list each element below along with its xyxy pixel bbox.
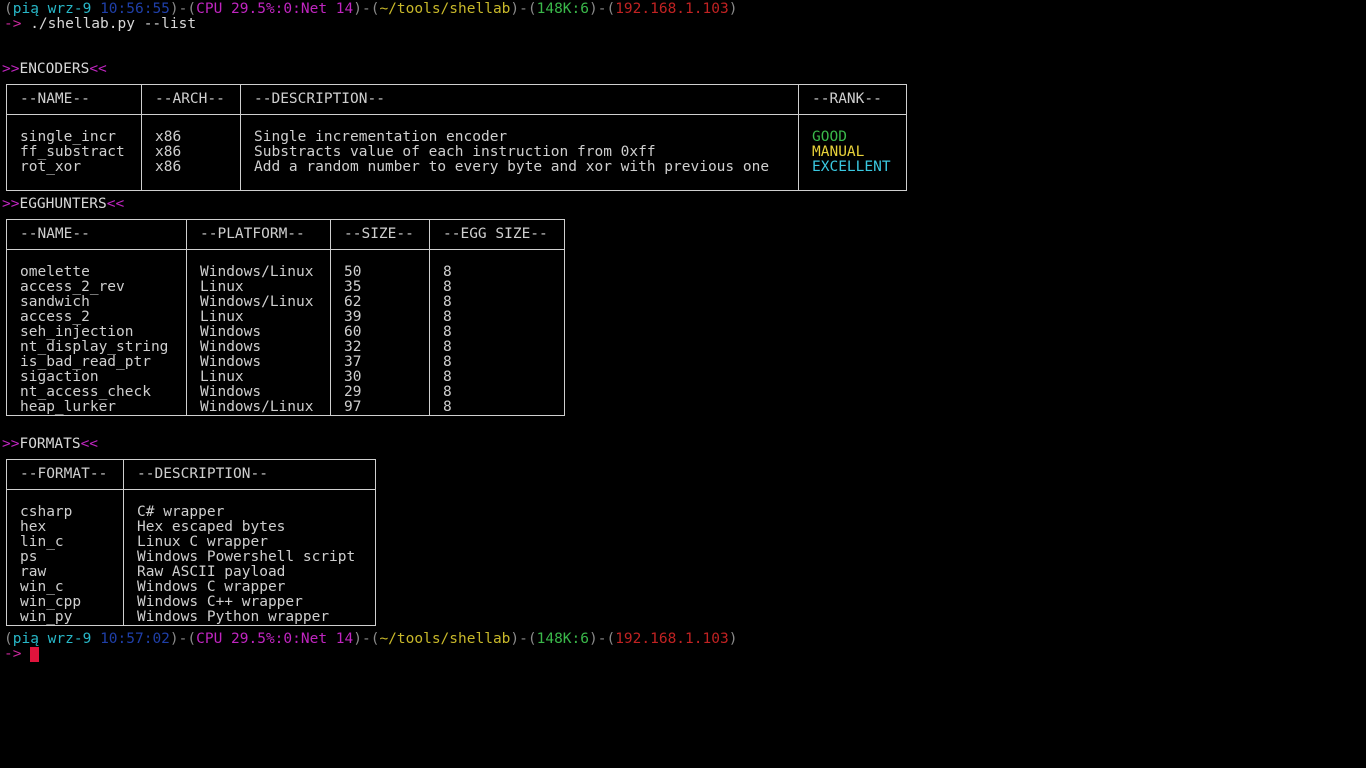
command-text: ./shellab.py --list [30,16,197,32]
prompt-status-line: (pią wrz-9 10:56:55)-(CPU 29.5%:0:Net 14… [4,1,738,17]
table-row: access_2 Linux 39 8 [6,310,565,325]
prompt-mem: 148K:6 [536,631,589,647]
table-row: win_c Windows C wrapper [6,580,376,595]
prompt-time: 10:57:02 [100,631,170,647]
prompt-path: ~/tools/shellab [379,1,511,17]
rank-badge: EXCELLENT [798,160,907,191]
rank-badge: GOOD [798,114,907,145]
prompt-time: 10:56:55 [100,1,170,17]
col-name: --NAME-- [6,219,187,250]
col-format: --FORMAT-- [6,459,124,490]
prompt-day: pią [12,631,39,647]
command-line: -> ./shellab.py --list [4,17,196,32]
table-row: omelette Windows/Linux 50 8 [6,249,565,280]
command-input-line[interactable]: -> [4,646,40,662]
table-row: single_incr x86 Single incrementation en… [6,114,907,145]
col-name: --NAME-- [6,84,142,115]
table-row: heap_lurker Windows/Linux 97 8 [6,400,565,416]
table-row: nt_access_check Windows 29 8 [6,385,565,400]
table-row: sandwich Windows/Linux 62 8 [6,295,565,310]
col-rank: --RANK-- [798,84,907,115]
table-row: nt_display_string Windows 32 8 [6,340,565,355]
formats-table: --FORMAT-- --DESCRIPTION-- csharp C# wrap… [6,459,376,626]
prompt-date: wrz-9 [47,631,92,647]
table-row: lin_c Linux C wrapper [6,535,376,550]
prompt-status-line-2: (pią wrz-9 10:57:02)-(CPU 29.5%:0:Net 14… [4,631,738,647]
table-row: win_py Windows Python wrapper [6,610,376,626]
egghunters-title: >>EGGHUNTERS<< [2,196,125,212]
encoders-table: --NAME-- --ARCH-- --DESCRIPTION-- --RANK… [6,84,907,191]
col-description: --DESCRIPTION-- [240,84,799,115]
egghunters-table: --NAME-- --PLATFORM-- --SIZE-- --EGG SIZ… [6,219,565,416]
prompt-cpu: CPU 29.5%:0:Net 14 [196,631,354,647]
prompt-date: wrz-9 [47,1,92,17]
prompt-day: pią [12,1,39,17]
col-egg-size: --EGG SIZE-- [429,219,565,250]
prompt-path: ~/tools/shellab [379,631,511,647]
col-platform: --PLATFORM-- [186,219,331,250]
table-row: hex Hex escaped bytes [6,520,376,535]
col-arch: --ARCH-- [141,84,241,115]
prompt-ip: 192.168.1.103 [615,1,729,17]
table-row: rot_xor x86 Add a random number to every… [6,160,907,191]
prompt-cpu: CPU 29.5%:0:Net 14 [196,1,354,17]
terminal-cursor[interactable] [30,647,40,662]
col-description: --DESCRIPTION-- [123,459,376,490]
table-row: is_bad_read_ptr Windows 37 8 [6,355,565,370]
col-size: --SIZE-- [330,219,430,250]
table-row: win_cpp Windows C++ wrapper [6,595,376,610]
formats-title: >>FORMATS<< [2,436,99,452]
prompt-ip: 192.168.1.103 [615,631,729,647]
table-row: ff_substract x86 Substracts value of eac… [6,145,907,160]
prompt-arrow: -> [4,16,22,32]
table-row: sigaction Linux 30 8 [6,370,565,385]
table-row: csharp C# wrapper [6,489,376,520]
table-row: access_2_rev Linux 35 8 [6,280,565,295]
rank-badge: MANUAL [798,145,907,160]
table-row: ps Windows Powershell script [6,550,376,565]
encoders-title: >>ENCODERS<< [2,61,107,77]
prompt-mem: 148K:6 [536,1,589,17]
table-row: seh_injection Windows 60 8 [6,325,565,340]
table-row: raw Raw ASCII payload [6,565,376,580]
prompt-arrow: -> [4,646,22,662]
